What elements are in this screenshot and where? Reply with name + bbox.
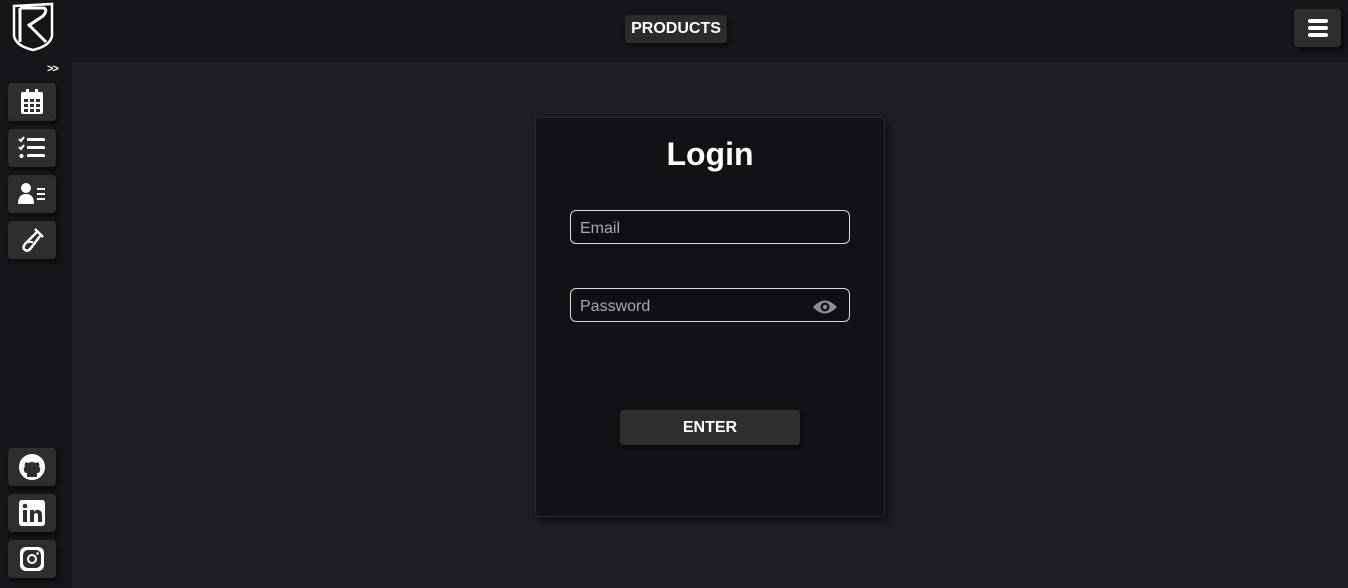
hamburger-menu-button[interactable] [1294,9,1341,47]
sidebar-item-checklist[interactable] [8,129,56,167]
sidebar-item-contacts[interactable] [8,175,56,213]
instagram-link[interactable] [8,540,56,578]
instagram-icon [20,547,44,571]
logo-icon[interactable] [10,2,56,52]
github-icon [19,454,45,480]
login-card: Login ENTER [535,117,885,517]
enter-button[interactable]: ENTER [620,410,800,445]
sidebar-expand-toggle[interactable]: >> [47,63,59,75]
test-tube-icon [22,228,44,252]
email-field[interactable] [570,210,850,244]
calendar-icon [21,89,43,114]
show-password-toggle[interactable] [812,298,838,316]
sidebar-item-lab[interactable] [8,221,56,259]
eye-icon [813,300,837,314]
contact-card-icon [18,183,45,204]
linkedin-icon [19,500,45,526]
products-button[interactable]: PRODUCTS [625,15,727,43]
login-title: Login [666,136,754,172]
password-field[interactable] [570,288,850,322]
checklist-icon [18,136,45,158]
github-link[interactable] [8,448,56,486]
menu-icon [1307,19,1328,37]
linkedin-link[interactable] [8,494,56,532]
sidebar-item-calendar[interactable] [8,83,56,121]
sidebar: >> [0,62,72,588]
top-bar: PRODUCTS [0,0,1348,62]
